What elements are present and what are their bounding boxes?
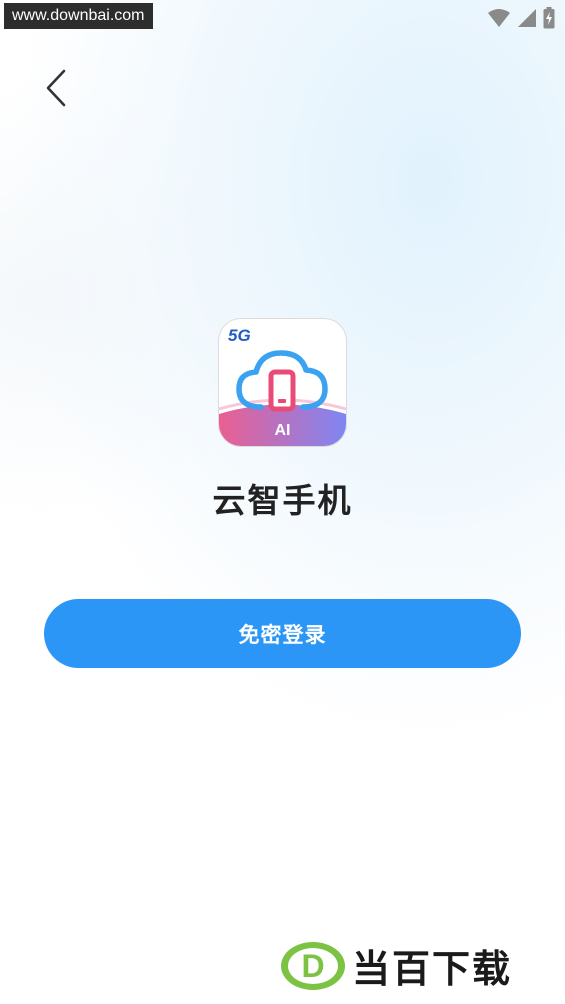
brand-text: 当百下载	[352, 947, 513, 991]
back-button[interactable]	[32, 62, 80, 114]
logo-label: AI	[274, 422, 291, 439]
app-logo: 5G AI	[219, 319, 346, 446]
brand-letter: D	[301, 948, 324, 984]
cellular-signal-icon	[518, 9, 536, 27]
brand-logo-icon: D	[281, 941, 345, 990]
password-free-login-button[interactable]: 免密登录	[44, 599, 521, 668]
5g-badge: 5G	[228, 326, 251, 345]
chevron-left-icon	[46, 69, 66, 107]
status-icons	[487, 7, 555, 29]
status-bar: www.downbai.com	[0, 0, 565, 36]
wifi-icon	[488, 9, 510, 27]
battery-charging-icon	[543, 7, 555, 29]
brand-watermark: D 当百下载	[280, 938, 512, 993]
site-watermark: www.downbai.com	[4, 3, 153, 29]
app-name: 云智手机	[212, 481, 353, 520]
